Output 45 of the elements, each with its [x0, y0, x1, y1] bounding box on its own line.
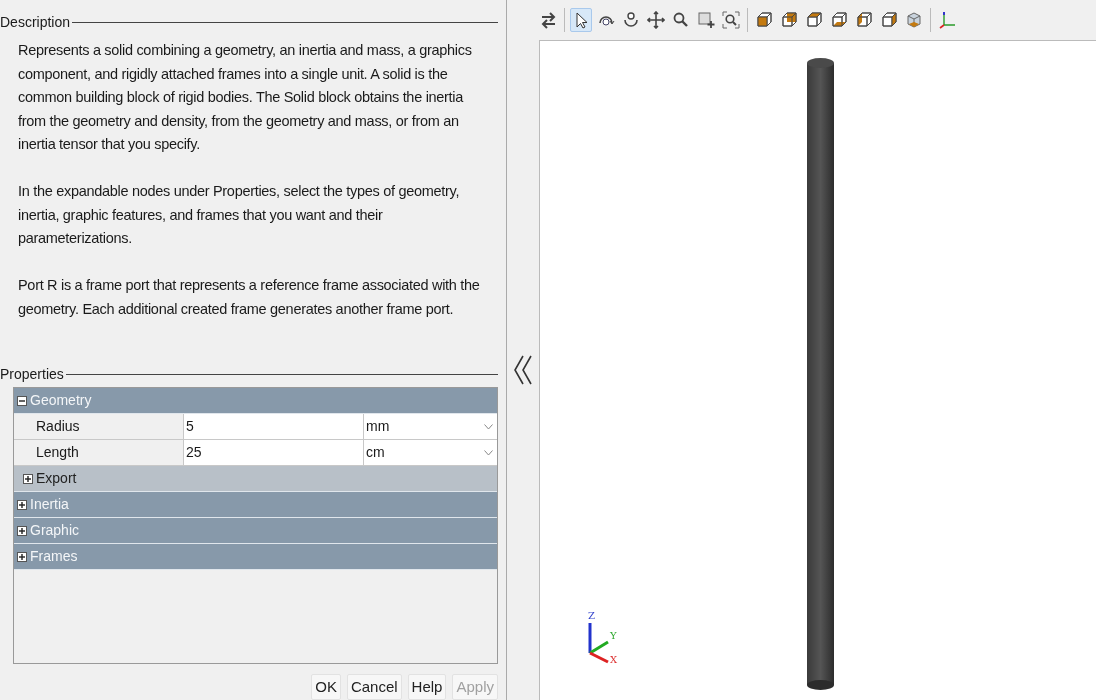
caret-icon: [484, 424, 493, 430]
axes-icon: [938, 11, 956, 29]
axis-label: X: [610, 654, 618, 665]
caret-icon: [484, 450, 493, 456]
unit-dropdown[interactable]: cm: [364, 440, 497, 466]
expand-icon[interactable]: [17, 500, 27, 510]
section-title: Description: [0, 13, 72, 32]
parameter-label: Radius: [14, 414, 184, 440]
description-paragraph: Represents a solid combining a geometry, an inertia and mass, a graphics component, and rigidly attached frames into a single unit. A solid is the common building block of rigid bodies. The Solid block obtains the inertia from the geometry and density, from the geometry and mass, or from an inertia tensor that you specify.: [18, 41, 473, 154]
fit-to-view-icon: [722, 11, 740, 29]
pan-icon: [647, 11, 665, 29]
dialog-button[interactable]: OK: [311, 674, 341, 700]
toolbar-button[interactable]: [720, 8, 742, 32]
value-field[interactable]: 5: [184, 414, 364, 440]
zoom-box-icon: [697, 11, 715, 29]
tree-node-label[interactable]: Export: [36, 468, 77, 490]
search-icon: [672, 11, 690, 29]
cube-icon: [905, 11, 923, 29]
cube-icon: [805, 11, 823, 29]
dialog-button[interactable]: Cancel: [346, 674, 402, 700]
collapse-icon[interactable]: [17, 396, 27, 406]
toolbar-button[interactable]: [645, 8, 667, 32]
value-field[interactable]: 25: [184, 440, 364, 466]
cube-icon: [880, 11, 898, 29]
cube-icon: [855, 11, 873, 29]
cube-icon: [755, 11, 773, 29]
expand-icon[interactable]: [23, 474, 33, 484]
roll-icon: [622, 11, 640, 29]
parameter-label: Length: [14, 440, 184, 466]
section-title: Properties: [0, 365, 65, 385]
description-paragraph: In the expandable nodes under Properties, select the types of geometry, inertia, graphic features, and frames that you want and their parameterizations.: [18, 182, 461, 248]
toolbar-button[interactable]: [570, 8, 592, 32]
cube-icon: [780, 11, 798, 29]
axis-label: Z: [588, 610, 595, 621]
expand-icon[interactable]: [17, 552, 27, 562]
unit-dropdown[interactable]: mm: [364, 414, 497, 440]
dialog-button[interactable]: Help: [407, 674, 447, 700]
axis-label: Y: [610, 630, 617, 641]
swap-arrows-icon: [539, 11, 557, 29]
collapse-panel-icon[interactable]: [512, 355, 534, 385]
expand-icon[interactable]: [17, 526, 27, 536]
viewport-canvas[interactable]: Z Y X: [539, 40, 1096, 700]
axes-drawing: [588, 623, 609, 664]
cube-icon: [830, 11, 848, 29]
description-paragraph: Port R is a frame port that represents a reference frame associated with the geometry. Each additional created frame generates another frame port.: [18, 276, 481, 319]
